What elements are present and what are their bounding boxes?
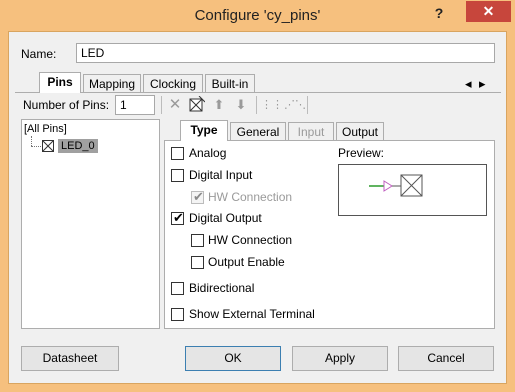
dialog-window: Configure 'cy_pins' ? ✕ Name: LED Pins M… bbox=[0, 0, 515, 392]
join-pins-icon[interactable]: ⋮⋮ bbox=[261, 96, 283, 114]
help-button[interactable]: ? bbox=[428, 2, 450, 24]
bidirectional-label: Bidirectional bbox=[189, 281, 255, 295]
tab-type[interactable]: Type bbox=[180, 120, 228, 141]
tab-clocking[interactable]: Clocking bbox=[143, 74, 203, 93]
tab-mapping[interactable]: Mapping bbox=[83, 74, 141, 93]
checkmark-icon: ✔ bbox=[193, 189, 204, 204]
digital-input-label: Digital Input bbox=[189, 168, 253, 182]
hw-connection-input-label: HW Connection bbox=[208, 190, 293, 204]
split-pins-icon[interactable]: ⋰⋱ bbox=[284, 96, 306, 114]
toolbar-separator bbox=[256, 96, 257, 114]
tab-pins[interactable]: Pins bbox=[39, 72, 81, 93]
preview-box bbox=[338, 164, 487, 216]
digital-output-label: Digital Output bbox=[189, 211, 262, 225]
digital-input-checkbox[interactable] bbox=[171, 169, 184, 182]
output-enable-checkbox[interactable] bbox=[191, 256, 204, 269]
tab-built-in[interactable]: Built-in bbox=[205, 74, 255, 93]
pin-tree[interactable]: [All Pins] LED_0 bbox=[21, 119, 160, 329]
dialog-client: Name: LED Pins Mapping Clocking Built-in… bbox=[8, 31, 507, 384]
bidirectional-checkbox[interactable] bbox=[171, 282, 184, 295]
preview-label: Preview: bbox=[338, 146, 385, 160]
show-external-terminal-checkbox[interactable] bbox=[171, 308, 184, 321]
toolbar-separator bbox=[161, 96, 162, 114]
analog-label: Analog bbox=[189, 146, 227, 160]
number-of-pins-label: Number of Pins: bbox=[23, 98, 110, 112]
name-input[interactable]: LED bbox=[76, 43, 495, 63]
checkmark-icon: ✔ bbox=[173, 210, 184, 225]
apply-button[interactable]: Apply bbox=[292, 346, 388, 371]
tab-scroll-left-icon[interactable]: ◂ bbox=[465, 76, 472, 92]
delete-pin-icon[interactable]: ✕ bbox=[166, 96, 184, 114]
pin-symbol-icon bbox=[369, 174, 423, 197]
tree-root[interactable]: [All Pins] bbox=[24, 123, 67, 135]
tree-connector bbox=[31, 136, 32, 146]
pin-icon bbox=[42, 140, 54, 155]
datasheet-button[interactable]: Datasheet bbox=[21, 346, 119, 371]
tab-scroll-right-icon[interactable]: ▸ bbox=[479, 76, 486, 92]
hw-connection-output-checkbox[interactable] bbox=[191, 234, 204, 247]
move-down-icon[interactable]: ⬇ bbox=[232, 96, 250, 114]
output-enable-label: Output Enable bbox=[208, 255, 285, 269]
tab-output[interactable]: Output bbox=[336, 122, 384, 141]
show-external-terminal-label: Show External Terminal bbox=[189, 307, 315, 321]
tree-item-led0[interactable]: LED_0 bbox=[58, 139, 98, 153]
hw-connection-output-label: HW Connection bbox=[208, 233, 293, 247]
number-of-pins-input[interactable]: 1 bbox=[115, 95, 155, 115]
cancel-button[interactable]: Cancel bbox=[398, 346, 494, 371]
move-up-icon[interactable]: ⬆ bbox=[210, 96, 228, 114]
name-label: Name: bbox=[21, 47, 57, 61]
close-button[interactable]: ✕ bbox=[466, 1, 511, 22]
tab-general[interactable]: General bbox=[230, 122, 286, 141]
top-tab-baseline bbox=[15, 92, 501, 93]
ok-button[interactable]: OK bbox=[185, 346, 281, 371]
analog-checkbox[interactable] bbox=[171, 147, 184, 160]
digital-output-checkbox[interactable]: ✔ bbox=[171, 210, 184, 225]
hw-connection-input-checkbox[interactable]: ✔ bbox=[191, 189, 204, 204]
tab-input[interactable]: Input bbox=[288, 122, 334, 141]
toolbar-separator bbox=[307, 96, 308, 114]
tree-connector bbox=[31, 146, 41, 147]
add-pin-icon[interactable] bbox=[188, 95, 206, 114]
